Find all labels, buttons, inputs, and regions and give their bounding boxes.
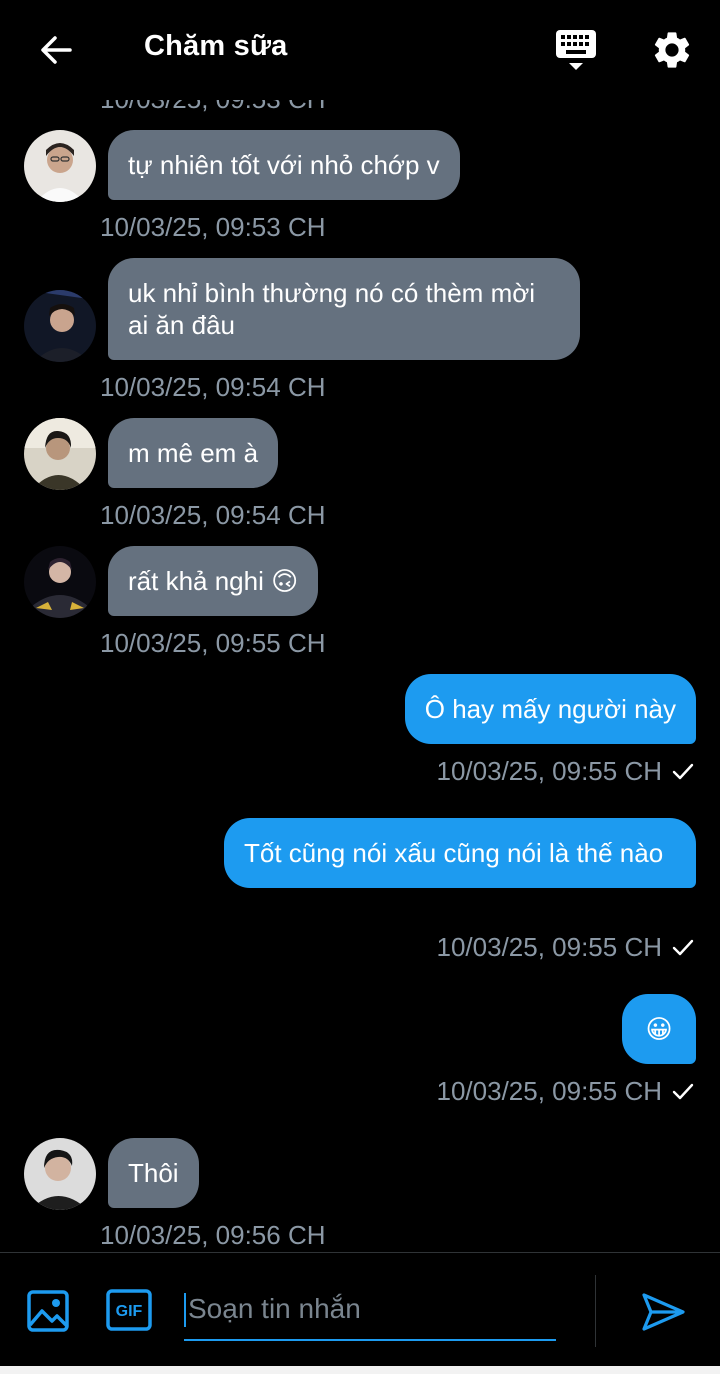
settings-gear-icon[interactable] [650,28,694,72]
sent-check-icon [672,939,694,956]
message-timestamp-row: 10/03/25, 09:55 CH [437,756,695,787]
outgoing-message-bubble[interactable]: Tốt cũng nói xấu cũng nói là thế nào [224,818,696,888]
message-timestamp: 10/03/25, 09:55 CH [100,628,326,658]
sent-check-icon [672,763,694,780]
gif-icon: GIF [106,1289,152,1331]
text-caret [184,1293,186,1327]
avatar[interactable] [24,418,96,490]
avatar[interactable] [24,546,96,618]
message-feed[interactable]: 10/03/25, 09:53 CH tự nhiên tốt với nhỏ … [0,60,720,1252]
avatar[interactable] [24,130,96,202]
message-input-placeholder: Soạn tin nhắn [188,1293,361,1324]
incoming-message-bubble[interactable]: rất khả nghi 🙃 [108,546,319,616]
chat-header: Chăm sữa [0,0,720,100]
chat-title: Chăm sữa [144,30,288,62]
outgoing-message-bubble[interactable]: Ô hay mấy người này [404,674,696,744]
message-timestamp: 10/03/25, 09:53 CH [100,212,326,242]
avatar[interactable] [24,290,96,362]
gif-label: GIF [116,1303,143,1320]
message-input[interactable]: Soạn tin nhắn [184,1279,556,1341]
incoming-message-bubble[interactable]: uk nhỉ bình thường nó có thèm mời ai ăn … [108,258,580,360]
keyboard-icon[interactable] [554,28,598,74]
message-timestamp: 10/03/25, 09:54 CH [100,500,326,530]
message-timestamp: 10/03/25, 09:55 CH [436,932,663,962]
outgoing-message-bubble[interactable]: 😀 [622,994,696,1064]
back-arrow-icon[interactable] [36,30,76,70]
sent-check-icon [672,1083,694,1100]
composer-divider [595,1275,596,1347]
message-timestamp: 10/03/25, 09:55 CH [436,756,663,786]
message-timestamp-row: 10/03/25, 09:55 CH [437,932,695,963]
incoming-message-bubble[interactable]: Thôi [108,1138,199,1208]
avatar[interactable] [24,1138,96,1210]
system-nav-bar [0,1366,720,1374]
message-timestamp: 10/03/25, 09:55 CH [436,1076,663,1106]
gif-button[interactable]: GIF [106,1289,152,1331]
message-timestamp-row: 10/03/25, 09:55 CH [437,1076,695,1107]
image-icon[interactable] [26,1289,70,1333]
incoming-message-bubble[interactable]: m mê em à [108,418,279,488]
message-timestamp: 10/03/25, 09:56 CH [100,1220,326,1250]
incoming-message-bubble[interactable]: tự nhiên tốt với nhỏ chớp v [108,130,460,200]
message-timestamp: 10/03/25, 09:54 CH [100,372,326,402]
message-composer: GIF Soạn tin nhắn [0,1252,720,1366]
send-icon[interactable] [640,1291,686,1333]
